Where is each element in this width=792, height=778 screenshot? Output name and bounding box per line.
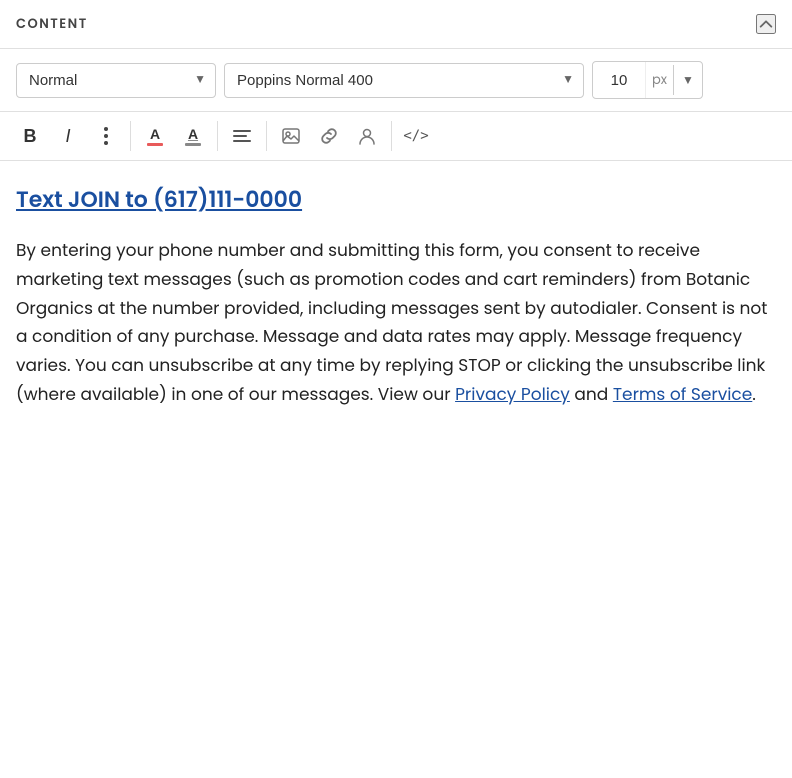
period: . [752,382,756,406]
text-background-button[interactable]: A [175,118,211,154]
collapse-button[interactable] [756,14,776,34]
font-size-unit: px [645,62,673,98]
code-button[interactable]: </> [398,118,434,154]
body-text: By entering your phone number and submit… [16,238,768,406]
person-icon [357,126,377,146]
toolbar-row1: Normal Heading 1 Heading 2 Heading 3 ▼ P… [0,49,792,112]
and-text: and [570,382,613,406]
heading-link[interactable]: Text JOIN to (617)111-0000 [16,185,776,216]
code-icon: </> [403,128,428,144]
italic-button[interactable]: I [50,118,86,154]
content-header-title: CONTENT [16,14,88,34]
person-button[interactable] [349,118,385,154]
font-size-wrapper: 10 px ▼ [592,61,703,99]
content-body: By entering your phone number and submit… [16,236,776,409]
terms-link[interactable]: Terms of Service [613,382,752,406]
more-options-button[interactable] [88,118,124,154]
font-size-input[interactable]: 10 [593,64,645,97]
toolbar-divider-1 [130,121,131,151]
text-color-icon: A [147,127,163,146]
style-select[interactable]: Normal Heading 1 Heading 2 Heading 3 [16,63,216,98]
content-area: Text JOIN to (617)111-0000 By entering y… [0,161,792,433]
style-select-wrapper: Normal Heading 1 Heading 2 Heading 3 ▼ [16,63,216,98]
font-size-chevron-button[interactable]: ▼ [673,65,702,95]
link-icon [319,126,339,146]
toolbar-divider-3 [266,121,267,151]
more-options-icon [104,127,108,145]
text-color-button[interactable]: A [137,118,173,154]
bold-button[interactable]: B [12,118,48,154]
toolbar-row2: B I A A [0,112,792,161]
text-background-icon: A [185,127,201,146]
link-button[interactable] [311,118,347,154]
align-icon [232,126,252,146]
font-select-wrapper: Poppins Normal 400 Arial Georgia Helveti… [224,63,584,98]
image-icon [281,126,301,146]
toolbar-divider-4 [391,121,392,151]
toolbar-divider-2 [217,121,218,151]
image-button[interactable] [273,118,309,154]
content-header: CONTENT [0,0,792,49]
privacy-policy-link[interactable]: Privacy Policy [455,382,570,406]
align-button[interactable] [224,118,260,154]
font-select[interactable]: Poppins Normal 400 Arial Georgia Helveti… [224,63,584,98]
